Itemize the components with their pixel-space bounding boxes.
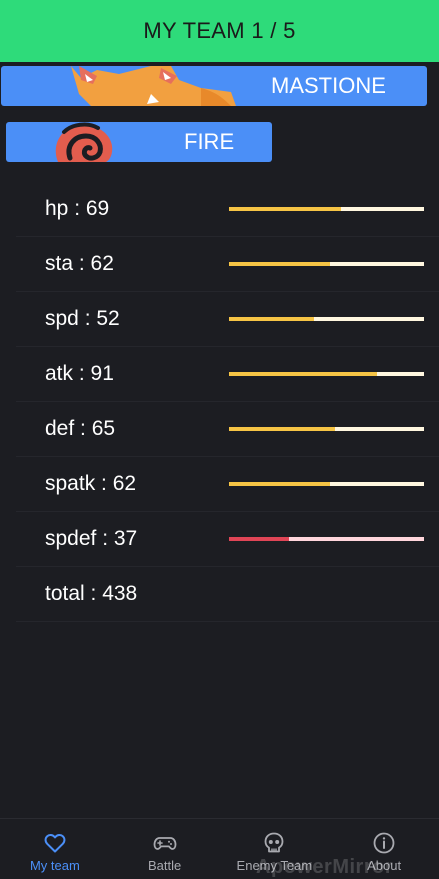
stat-label: spdef : 37 xyxy=(45,527,138,550)
stat-row-total: total : 438 xyxy=(16,567,439,622)
stat-row-sta: sta : 62 xyxy=(16,237,439,292)
pokemon-sprite xyxy=(71,66,236,106)
stat-bar xyxy=(229,207,424,211)
nav-label: Battle xyxy=(148,858,182,873)
info-icon xyxy=(373,832,395,854)
fire-type-icon xyxy=(55,122,113,162)
nav-my-team[interactable]: My team xyxy=(0,819,110,877)
stat-bar xyxy=(229,317,424,321)
stat-bar-fill xyxy=(229,317,314,321)
stat-bar-fill xyxy=(229,262,330,266)
stat-bar xyxy=(229,427,424,431)
stat-row-atk: atk : 91 xyxy=(16,347,439,402)
pokemon-name-bar: MASTIONE xyxy=(1,66,427,106)
stat-bar-fill xyxy=(229,207,342,211)
stat-label: spd : 52 xyxy=(45,307,120,330)
stat-label: atk : 91 xyxy=(45,362,114,385)
stat-bar xyxy=(229,482,424,486)
page-header: MY TEAM 1 / 5 xyxy=(0,0,439,62)
page-title: MY TEAM 1 / 5 xyxy=(143,18,296,43)
pokemon-name: MASTIONE xyxy=(271,73,386,98)
stat-label: spatk : 62 xyxy=(45,472,137,495)
stat-bar-fill xyxy=(229,537,290,541)
stat-label: def : 65 xyxy=(45,417,116,440)
heart-icon xyxy=(44,833,66,853)
stat-bar-fill xyxy=(229,482,330,486)
nav-battle[interactable]: Battle xyxy=(110,819,220,877)
stat-row-spatk: spatk : 62 xyxy=(16,457,439,512)
stat-bar xyxy=(229,372,424,376)
total-label: total : 438 xyxy=(45,582,138,605)
stat-bar-fill xyxy=(229,427,335,431)
stat-label: hp : 69 xyxy=(45,197,110,220)
stat-row-def: def : 65 xyxy=(16,402,439,457)
pokemon-type: FIRE xyxy=(184,129,235,154)
skull-icon xyxy=(264,832,284,853)
stat-bar xyxy=(229,537,424,541)
pokemon-type-bar: FIRE xyxy=(6,122,272,162)
nav-label: My team xyxy=(29,858,80,873)
stat-bar xyxy=(229,262,424,266)
stats-list: hp : 69 sta : 62 spd : 52 atk : 91 def :… xyxy=(16,182,439,622)
stat-bar-fill xyxy=(229,372,377,376)
stat-row-spdef: spdef : 37 xyxy=(16,512,439,567)
gamepad-icon xyxy=(153,837,177,850)
stat-row-spd: spd : 52 xyxy=(16,292,439,347)
stat-row-hp: hp : 69 xyxy=(16,182,439,237)
stat-label: sta : 62 xyxy=(45,252,114,275)
